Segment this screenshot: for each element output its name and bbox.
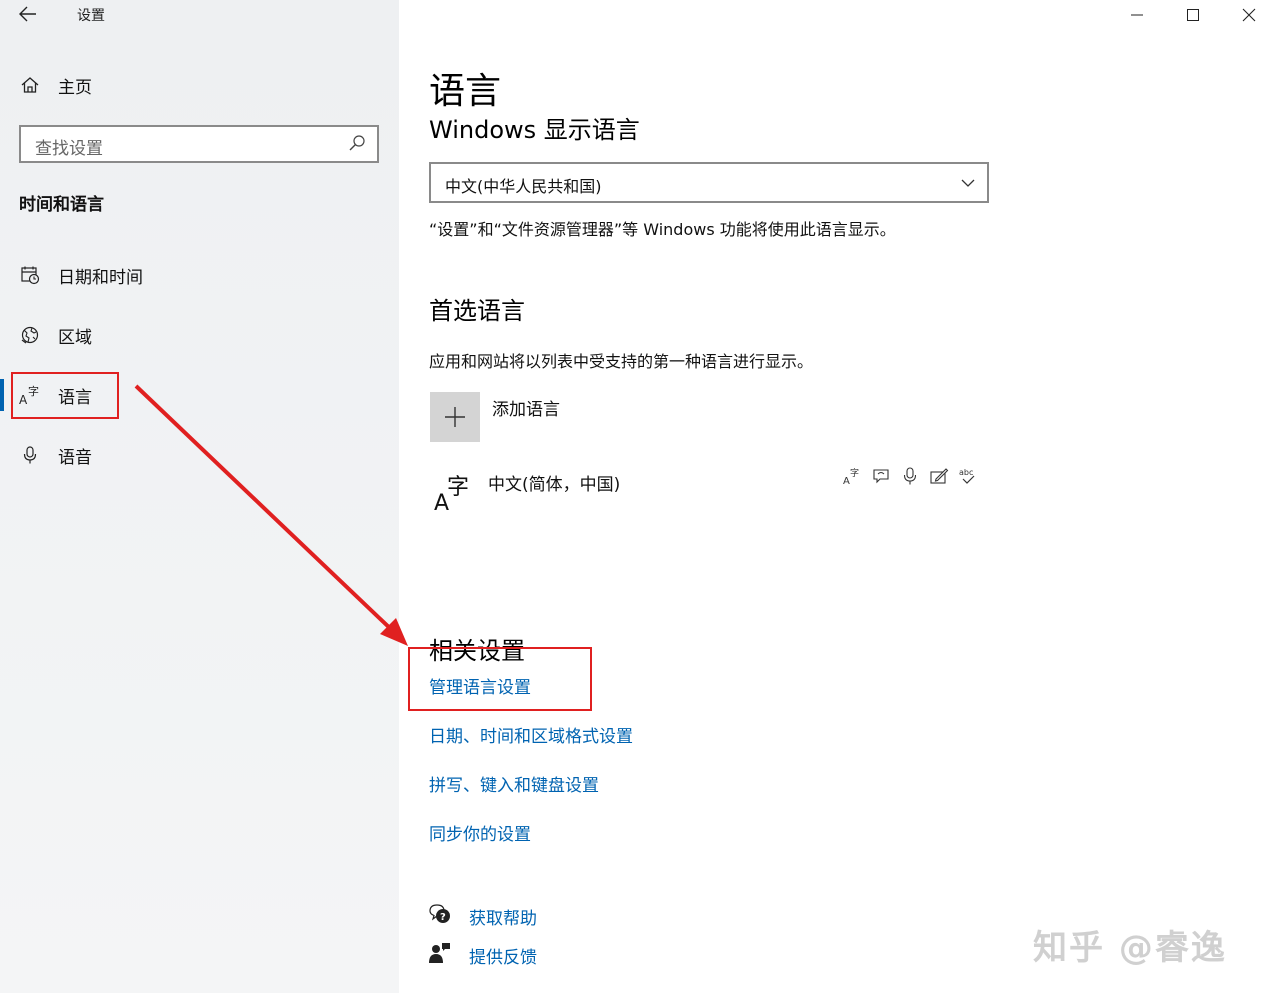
watermark: 知乎 @睿逸 <box>1033 928 1227 968</box>
annotation-arrow <box>134 384 408 646</box>
